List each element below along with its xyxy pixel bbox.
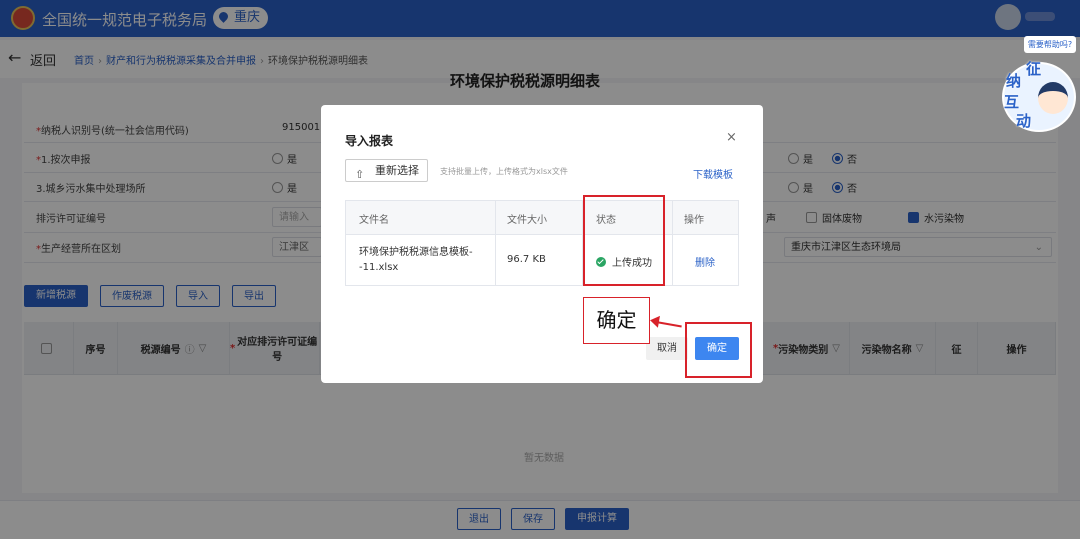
file-name: 环境保护税税源信息模板--11.xlsx bbox=[359, 247, 473, 273]
dialog-title: 导入报表 bbox=[345, 134, 394, 148]
col-file-size: 文件大小 bbox=[507, 215, 547, 226]
delete-file-link[interactable]: 删除 bbox=[695, 254, 715, 269]
download-template-link[interactable]: 下载模板 bbox=[693, 166, 733, 181]
assistant-char: 征 bbox=[1026, 60, 1042, 78]
upload-hint: 支持批量上传，上传格式为xlsx文件 bbox=[440, 167, 568, 176]
reselect-file-button[interactable]: ⇧ 重新选择 bbox=[345, 159, 428, 182]
column-divider bbox=[495, 201, 496, 285]
file-table: 文件名 文件大小 状态 操作 环境保护税税源信息模板--11.xlsx 96.7… bbox=[345, 200, 739, 286]
col-file-name: 文件名 bbox=[359, 215, 389, 226]
annotation-callout: 确定 bbox=[583, 297, 650, 344]
confirm-highlight-box bbox=[685, 322, 752, 378]
assistant-char: 动 bbox=[1016, 112, 1032, 130]
column-divider bbox=[672, 201, 673, 285]
close-icon[interactable]: × bbox=[726, 130, 737, 145]
help-bubble[interactable]: 需要帮助吗? bbox=[1024, 36, 1076, 53]
status-highlight-box bbox=[583, 195, 665, 286]
col-action: 操作 bbox=[684, 215, 704, 226]
file-size: 96.7 KB bbox=[507, 254, 546, 265]
cancel-button[interactable]: 取消 bbox=[646, 337, 688, 360]
upload-icon: ⇧ bbox=[355, 168, 365, 181]
assistant-mascot-icon bbox=[1038, 82, 1068, 114]
assistant-char: 互 bbox=[1004, 93, 1020, 111]
assistant-char: 纳 bbox=[1006, 72, 1022, 90]
